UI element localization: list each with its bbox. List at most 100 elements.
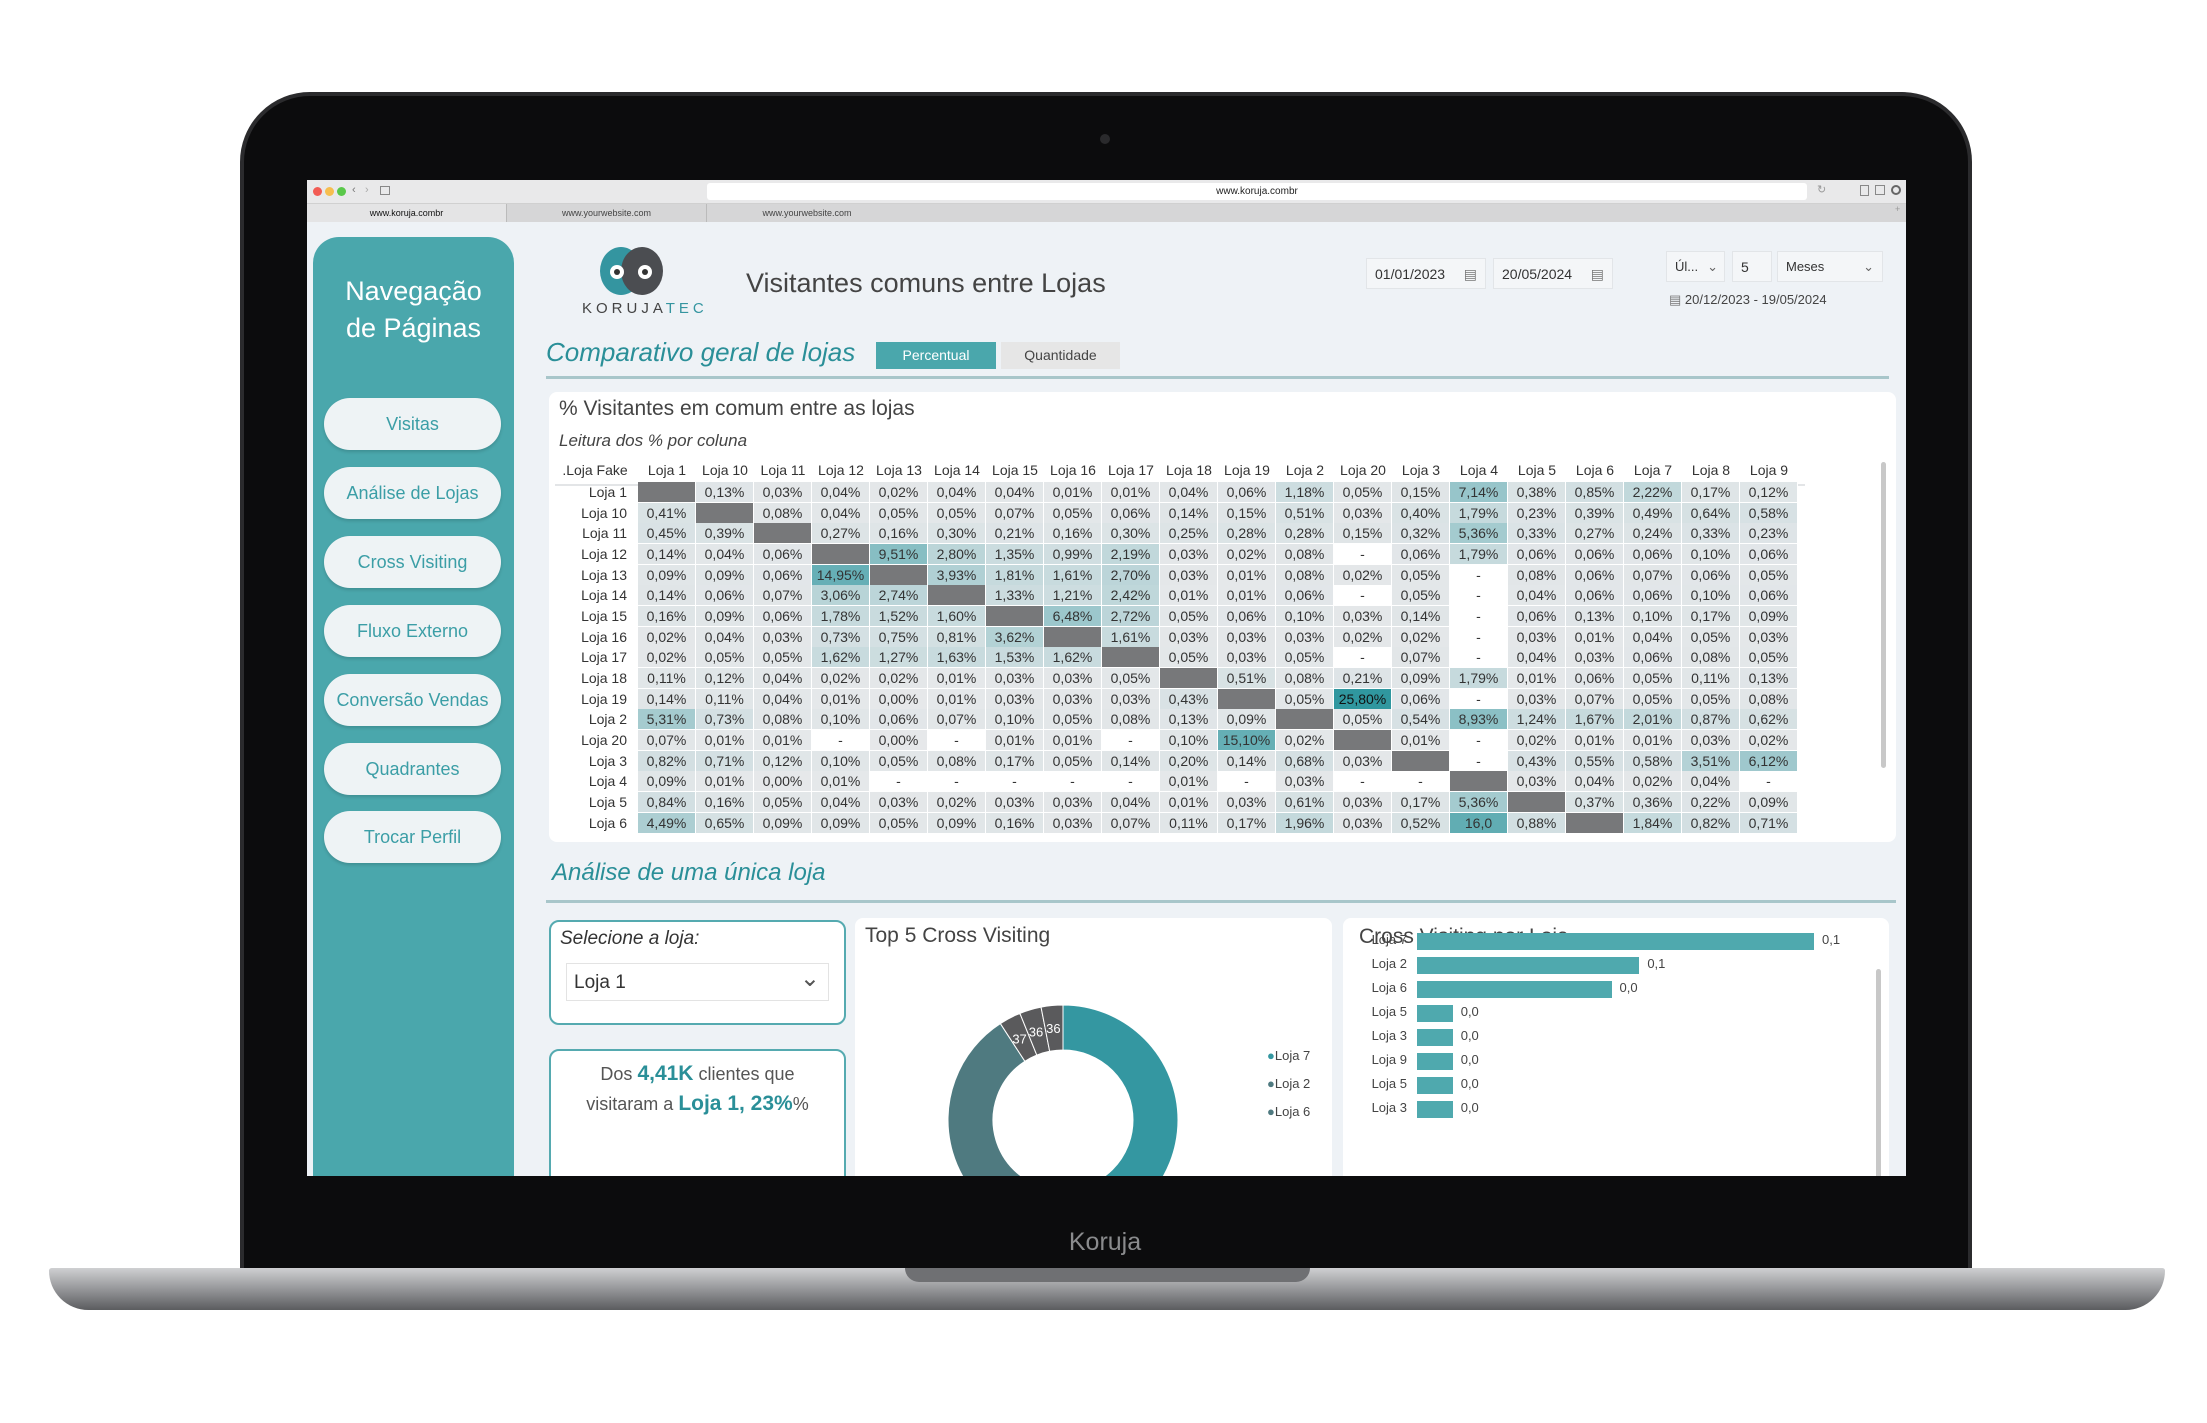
matrix-cell[interactable]: - — [870, 771, 928, 792]
matrix-cell[interactable]: 5,31% — [638, 709, 696, 730]
matrix-cell[interactable]: 0,06% — [1624, 543, 1682, 564]
matrix-cell[interactable]: 0,49% — [1624, 502, 1682, 523]
matrix-cell[interactable]: 0,01% — [696, 729, 754, 750]
matrix-cell[interactable]: 0,28% — [1218, 523, 1276, 544]
matrix-cell[interactable]: 5,36% — [1450, 791, 1508, 812]
matrix-cell[interactable]: 0,06% — [754, 543, 812, 564]
matrix-cell[interactable]: 0,71% — [1740, 812, 1798, 833]
matrix-cell[interactable]: 0,05% — [1044, 502, 1102, 523]
matrix-cell[interactable]: 0,09% — [1218, 709, 1276, 730]
matrix-cell[interactable]: 0,04% — [696, 626, 754, 647]
matrix-cell[interactable]: 0,04% — [754, 688, 812, 709]
matrix-cell[interactable]: 3,51% — [1682, 750, 1740, 771]
matrix-cell[interactable]: 0,05% — [870, 812, 928, 833]
matrix-cell[interactable]: 0,04% — [754, 667, 812, 688]
matrix-cell[interactable] — [1508, 791, 1566, 812]
matrix-column-header[interactable]: Loja 18 — [1160, 462, 1218, 478]
matrix-cell[interactable]: 0,03% — [1334, 750, 1392, 771]
matrix-column-header[interactable]: Loja 16 — [1044, 462, 1102, 478]
matrix-cell[interactable]: 0,01% — [1508, 667, 1566, 688]
matrix-cell[interactable]: 0,13% — [696, 482, 754, 502]
matrix-cell[interactable]: 0,05% — [1682, 626, 1740, 647]
matrix-cell[interactable]: 0,05% — [1334, 709, 1392, 730]
matrix-cell[interactable]: 0,03% — [1334, 791, 1392, 812]
matrix-cell[interactable]: 0,17% — [1682, 605, 1740, 626]
matrix-cell[interactable]: 0,55% — [1566, 750, 1624, 771]
matrix-cell[interactable]: 0,30% — [1102, 523, 1160, 544]
matrix-cell[interactable]: 0,04% — [1102, 791, 1160, 812]
donut-segment-loja-7[interactable] — [1062, 1004, 1179, 1176]
matrix-cell[interactable]: 0,12% — [1740, 482, 1798, 502]
bar[interactable] — [1417, 957, 1640, 974]
matrix-cell[interactable]: 0,03% — [1044, 812, 1102, 833]
matrix-cell[interactable]: 0,03% — [1740, 626, 1798, 647]
matrix-cell[interactable]: 0,33% — [1682, 523, 1740, 544]
matrix-cell[interactable]: 2,80% — [928, 543, 986, 564]
matrix-cell[interactable]: 0,16% — [638, 605, 696, 626]
matrix-cell[interactable]: 0,03% — [986, 688, 1044, 709]
matrix-cell[interactable]: 0,14% — [1160, 502, 1218, 523]
bar[interactable] — [1417, 1053, 1453, 1070]
matrix-cell[interactable]: 1,61% — [1044, 564, 1102, 585]
matrix-cell[interactable]: 0,71% — [696, 750, 754, 771]
matrix-cell[interactable]: 0,14% — [638, 543, 696, 564]
legend-item[interactable]: ●Loja 7 — [1267, 1048, 1310, 1063]
matrix-cell[interactable]: 0,09% — [638, 564, 696, 585]
matrix-cell[interactable]: 0,21% — [1334, 667, 1392, 688]
matrix-cell[interactable]: 0,10% — [1160, 729, 1218, 750]
matrix-cell[interactable]: 0,23% — [1740, 523, 1798, 544]
matrix-cell[interactable] — [1044, 626, 1102, 647]
period-mode-dropdown[interactable]: Úl... ⌄ — [1666, 251, 1725, 282]
matrix-cell[interactable]: 0,12% — [754, 750, 812, 771]
matrix-cell[interactable]: 0,02% — [1392, 626, 1450, 647]
matrix-column-header[interactable]: Loja 4 — [1450, 462, 1508, 478]
matrix-cell[interactable]: - — [1334, 585, 1392, 606]
matrix-cell[interactable]: 0,03% — [1218, 791, 1276, 812]
matrix-cell[interactable]: 0,33% — [1508, 523, 1566, 544]
matrix-cell[interactable]: 0,05% — [1334, 482, 1392, 502]
nav-cross-visiting[interactable]: Cross Visiting — [324, 536, 501, 588]
matrix-cell[interactable]: 0,43% — [1508, 750, 1566, 771]
matrix-cell[interactable]: 0,05% — [754, 647, 812, 668]
matrix-cell[interactable]: 0,14% — [1218, 750, 1276, 771]
matrix-cell[interactable]: 0,10% — [812, 709, 870, 730]
matrix-cell[interactable]: 1,21% — [1044, 585, 1102, 606]
matrix-cell[interactable]: 0,27% — [1566, 523, 1624, 544]
matrix-cell[interactable]: 0,04% — [696, 543, 754, 564]
matrix-cell[interactable]: 0,07% — [754, 585, 812, 606]
matrix-cell[interactable]: 0,00% — [870, 688, 928, 709]
matrix-cell[interactable]: 0,14% — [638, 688, 696, 709]
matrix-cell[interactable]: - — [1102, 771, 1160, 792]
matrix-cell[interactable]: 1,61% — [1102, 626, 1160, 647]
matrix-cell[interactable]: 0,54% — [1392, 709, 1450, 730]
matrix-cell[interactable] — [928, 585, 986, 606]
matrix-cell[interactable]: 0,05% — [1160, 647, 1218, 668]
matrix-cell[interactable]: 0,01% — [1102, 482, 1160, 502]
matrix-column-header[interactable]: Loja 3 — [1392, 462, 1450, 478]
matrix-cell[interactable]: 1,35% — [986, 543, 1044, 564]
matrix-cell[interactable]: 0,06% — [1740, 543, 1798, 564]
matrix-cell[interactable]: 0,11% — [696, 688, 754, 709]
matrix-cell[interactable]: 0,10% — [812, 750, 870, 771]
matrix-column-header[interactable]: Loja 15 — [986, 462, 1044, 478]
matrix-cell[interactable]: 0,01% — [1160, 791, 1218, 812]
matrix-cell[interactable]: 0,04% — [812, 502, 870, 523]
matrix-cell[interactable]: 0,10% — [986, 709, 1044, 730]
matrix-cell[interactable]: 0,01% — [754, 729, 812, 750]
matrix-cell[interactable]: 0,64% — [1682, 502, 1740, 523]
matrix-cell[interactable]: 0,05% — [1740, 564, 1798, 585]
matrix-cell[interactable]: 0,06% — [1508, 605, 1566, 626]
share-icon[interactable] — [1860, 185, 1869, 196]
matrix-cell[interactable]: 3,06% — [812, 585, 870, 606]
matrix-cell[interactable]: 0,06% — [1102, 502, 1160, 523]
matrix-cell[interactable]: 0,00% — [754, 771, 812, 792]
matrix-cell[interactable]: 4,49% — [638, 812, 696, 833]
matrix-cell[interactable]: 0,00% — [870, 729, 928, 750]
matrix-cell[interactable]: 0,08% — [1276, 667, 1334, 688]
matrix-cell[interactable]: 0,02% — [1624, 771, 1682, 792]
matrix-cell[interactable]: 0,01% — [986, 729, 1044, 750]
matrix-cell[interactable]: 0,06% — [1392, 543, 1450, 564]
matrix-cell[interactable]: 0,43% — [1160, 688, 1218, 709]
nav-conversao-vendas[interactable]: Conversão Vendas — [324, 674, 501, 726]
matrix-cell[interactable]: 0,01% — [1566, 729, 1624, 750]
